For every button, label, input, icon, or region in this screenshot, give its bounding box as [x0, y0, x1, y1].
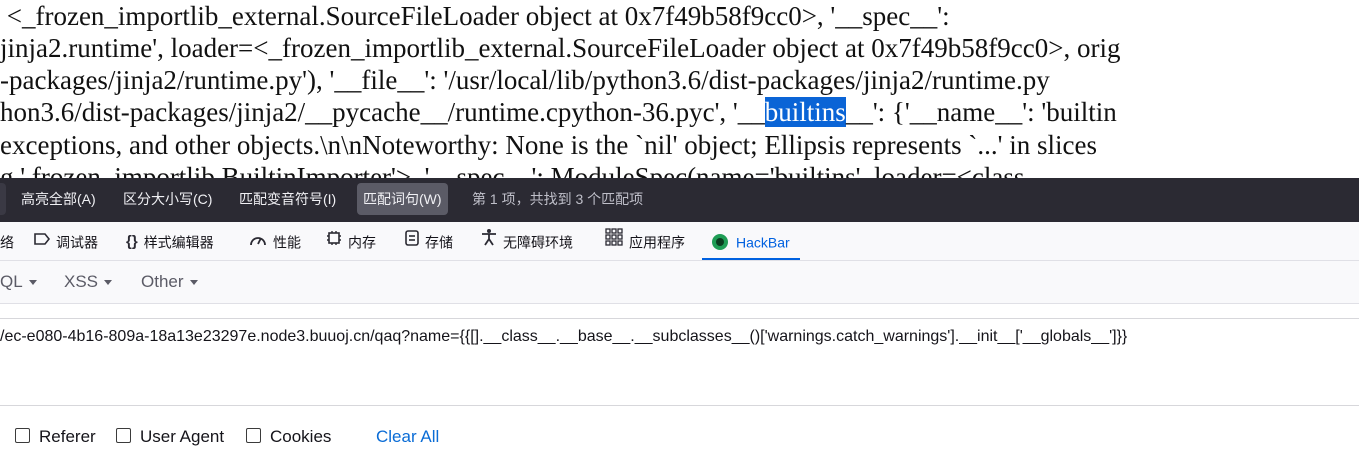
- tab-memory[interactable]: 内存: [326, 222, 376, 260]
- whole-words-button[interactable]: 匹配词句(W): [357, 183, 448, 215]
- chevron-down-icon: [28, 280, 37, 286]
- find-match-highlight: builtins: [764, 97, 846, 127]
- application-icon: [605, 223, 623, 261]
- user-agent-checkbox[interactable]: User Agent: [116, 425, 224, 449]
- tab-label: 存储: [425, 234, 453, 251]
- checkbox-icon[interactable]: [15, 428, 30, 444]
- hackbar-icon: [712, 234, 728, 251]
- clear-all-button[interactable]: Clear All: [376, 425, 439, 449]
- page-text-segment: __: [737, 97, 765, 127]
- tab-label: 应用程序: [629, 234, 685, 251]
- url-value[interactable]: /ec-e080-4b16-809a-18a13e23297e.node3.bu…: [0, 328, 1127, 346]
- tab-style-editor[interactable]: {} 样式编辑器: [126, 222, 214, 260]
- devtools-tabbar: 络 调试器 {} 样式编辑器 性能 内存 存储 无障碍环境 应用程序 HackBa…: [0, 222, 1359, 261]
- menu-xss-dropdown[interactable]: XSS: [64, 261, 113, 303]
- page-content: <_frozen_importlib_external.SourceFileLo…: [0, 0, 1359, 178]
- page-text-line: hon3.6/dist-packages/jinja2/__pycache__/…: [0, 96, 1117, 129]
- menu-label: Other: [141, 272, 184, 291]
- menu-sql-dropdown[interactable]: QL: [0, 261, 37, 303]
- request-options: Referer User Agent Cookies Clear All: [0, 415, 1359, 455]
- find-input-edge[interactable]: [0, 183, 6, 215]
- tab-label: HackBar: [736, 234, 790, 251]
- page-text-line: exceptions, and other objects.\n\nNotewo…: [0, 130, 1097, 160]
- debugger-icon: [34, 223, 51, 261]
- tab-label: 样式编辑器: [143, 234, 214, 251]
- tab-label: 调试器: [56, 234, 98, 251]
- checkbox-icon[interactable]: [246, 428, 261, 444]
- storage-icon: [405, 223, 419, 261]
- menu-label: XSS: [64, 272, 99, 291]
- checkbox-icon[interactable]: [116, 428, 131, 444]
- option-label: Cookies: [270, 427, 332, 446]
- accessibility-icon: [481, 223, 497, 261]
- style-editor-icon: {}: [126, 233, 138, 251]
- option-label: User Agent: [140, 427, 225, 446]
- tab-storage[interactable]: 存储: [405, 222, 453, 260]
- menu-other-dropdown[interactable]: Other: [141, 261, 198, 303]
- tab-label: 内存: [348, 234, 376, 251]
- tab-label: 性能: [273, 234, 301, 251]
- tab-network[interactable]: 络: [0, 222, 14, 260]
- match-diacritics-button[interactable]: 匹配变音符号(I): [233, 183, 342, 215]
- option-label: Referer: [39, 427, 96, 446]
- tab-hackbar[interactable]: HackBar: [702, 222, 800, 260]
- chevron-down-icon: [104, 280, 113, 286]
- tab-application[interactable]: 应用程序: [605, 222, 685, 260]
- page-text-segment: __': {'__name__': 'builtin: [845, 97, 1117, 127]
- chevron-down-icon: [189, 280, 198, 286]
- cookies-checkbox[interactable]: Cookies: [246, 425, 331, 449]
- page-text-line: <_frozen_importlib_external.SourceFileLo…: [0, 1, 950, 31]
- referer-checkbox[interactable]: Referer: [15, 425, 96, 449]
- memory-icon: [326, 223, 342, 261]
- highlight-all-button[interactable]: 高亮全部(A): [15, 183, 102, 215]
- find-bar: 高亮全部(A) 区分大小写(C) 匹配变音符号(I) 匹配词句(W) 第 1 项…: [0, 178, 1359, 222]
- match-case-button[interactable]: 区分大小写(C): [117, 183, 218, 215]
- tab-accessibility[interactable]: 无障碍环境: [481, 222, 573, 260]
- tab-performance[interactable]: 性能: [249, 222, 301, 260]
- page-text-line: jinja2.runtime', loader=<_frozen_importl…: [0, 33, 1121, 63]
- find-status: 第 1 项，共找到 3 个匹配项: [472, 191, 644, 207]
- performance-icon: [249, 223, 267, 261]
- url-input[interactable]: /ec-e080-4b16-809a-18a13e23297e.node3.bu…: [0, 318, 1359, 406]
- tab-label: 络: [0, 234, 14, 251]
- tab-label: 无障碍环境: [503, 234, 573, 251]
- page-text-line: g.' frozen_importlib.BuiltinImporter'>, …: [0, 162, 1025, 178]
- page-text-line: -packages/jinja2/runtime.py'), '__file__…: [0, 65, 1050, 95]
- page-text-segment: hon3.6/dist-packages/jinja2/__pycache__/…: [0, 97, 738, 127]
- tab-debugger[interactable]: 调试器: [34, 222, 98, 260]
- menu-label: QL: [0, 272, 23, 291]
- hackbar-menu: QL XSS Other: [0, 261, 1359, 304]
